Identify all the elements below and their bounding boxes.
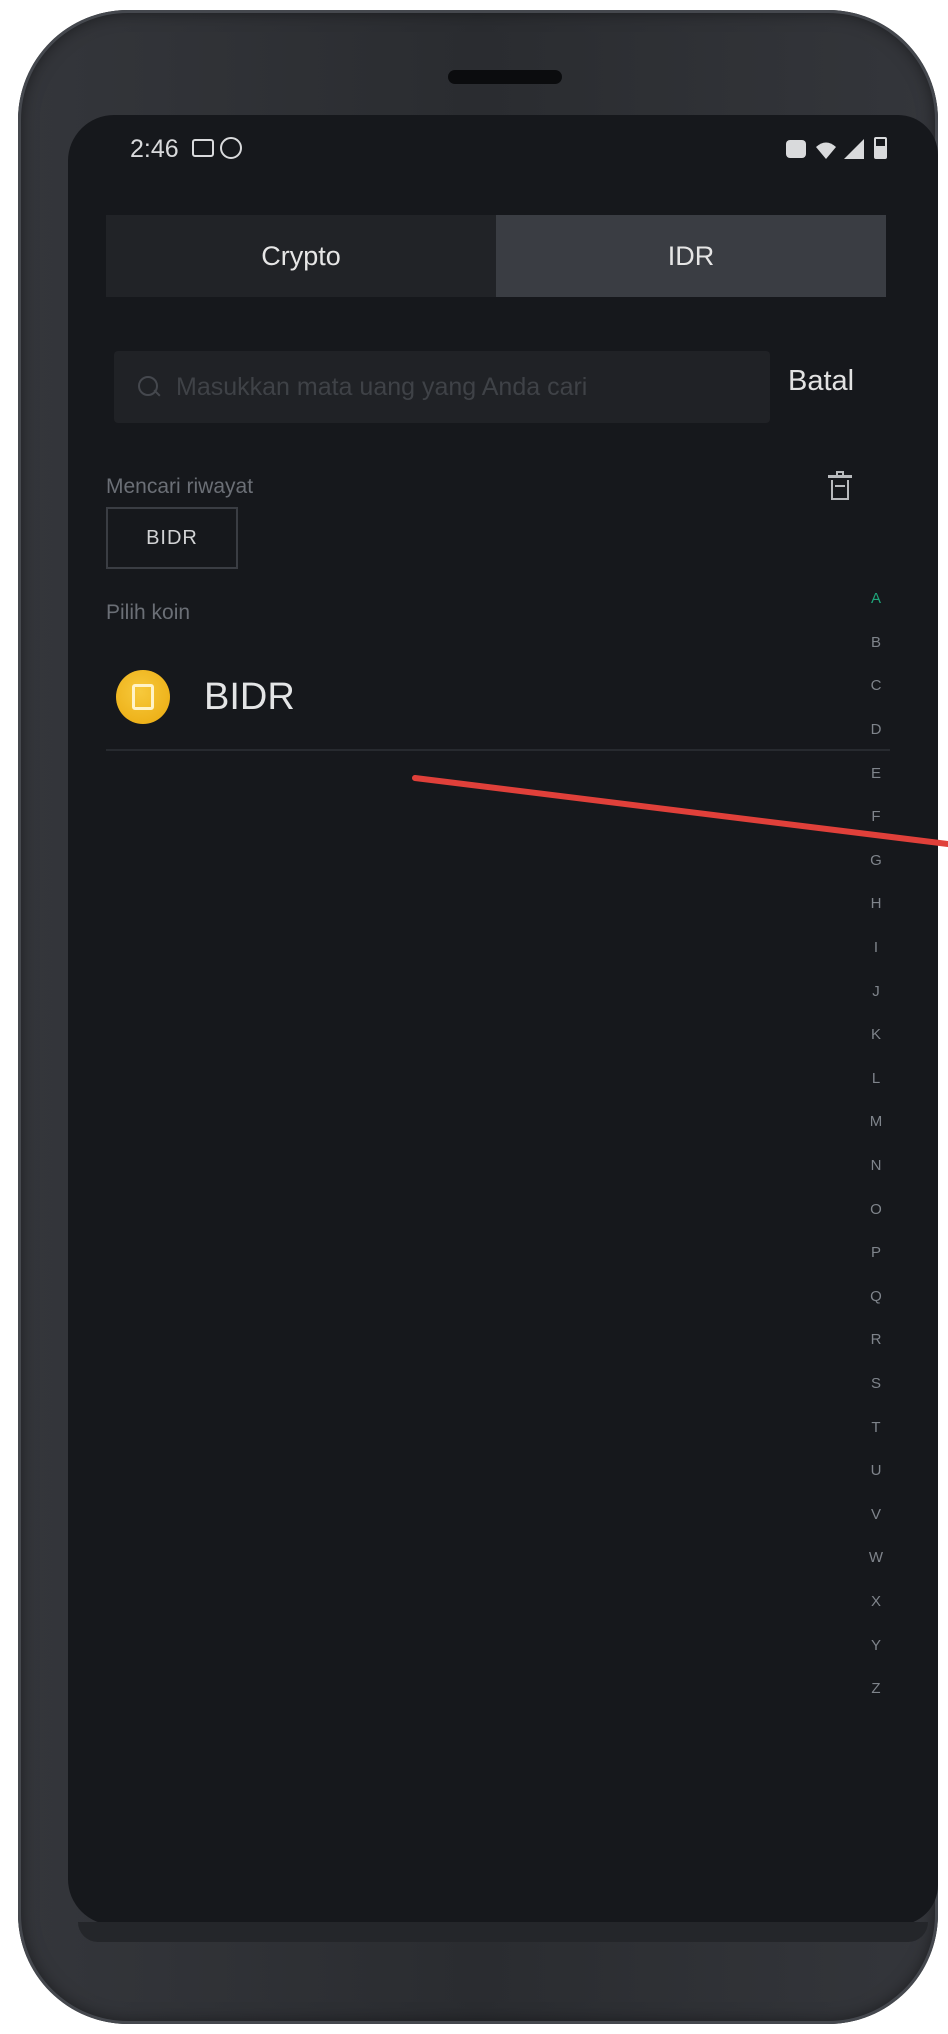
alphabet-index-letter[interactable]: J <box>862 969 890 1013</box>
trash-icon[interactable] <box>828 471 852 501</box>
alphabet-index-letter[interactable]: H <box>862 882 890 926</box>
alphabet-index-letter[interactable]: E <box>862 751 890 795</box>
alphabet-index-letter[interactable]: V <box>862 1492 890 1536</box>
alphabet-index-letter[interactable]: T <box>862 1405 890 1449</box>
alphabet-index-letter[interactable]: L <box>862 1057 890 1101</box>
image-icon <box>192 139 214 157</box>
coin-list-item[interactable]: BIDR <box>106 657 890 737</box>
alphabet-index-letter[interactable]: P <box>862 1231 890 1275</box>
bidr-coin-icon <box>116 670 170 724</box>
alphabet-index-letter[interactable]: C <box>862 664 890 708</box>
phone-chin <box>78 1922 928 1942</box>
list-divider <box>106 749 890 751</box>
tab-crypto[interactable]: Crypto <box>106 215 496 297</box>
alphabet-index-letter[interactable]: A <box>862 577 890 621</box>
whatsapp-icon <box>220 137 242 159</box>
search-history-label: Mencari riwayat <box>106 475 254 498</box>
alphabet-index-letter[interactable]: D <box>862 708 890 752</box>
alphabet-index-letter[interactable]: M <box>862 1100 890 1144</box>
alphabet-index-letter[interactable]: R <box>862 1318 890 1362</box>
wifi-icon <box>816 142 836 159</box>
alphabet-index-letter[interactable]: X <box>862 1580 890 1624</box>
alarm-icon <box>786 140 806 158</box>
alphabet-index-letter[interactable]: Q <box>862 1275 890 1319</box>
phone-frame: 2:46 Crypto IDR Batal Mencari riwayat BI… <box>18 10 938 2024</box>
tab-idr[interactable]: IDR <box>496 215 886 297</box>
alphabet-index-letter[interactable]: O <box>862 1187 890 1231</box>
cancel-button[interactable]: Batal <box>788 365 854 398</box>
alphabet-index-letter[interactable]: B <box>862 621 890 665</box>
alphabet-index-letter[interactable]: K <box>862 1013 890 1057</box>
search-icon <box>138 376 161 398</box>
alphabet-index-letter[interactable]: Z <box>862 1667 890 1711</box>
search-input[interactable] <box>174 371 758 403</box>
alphabet-index-letter[interactable]: U <box>862 1449 890 1493</box>
history-chip[interactable]: BIDR <box>106 507 238 569</box>
signal-icon <box>844 139 864 159</box>
status-bar: 2:46 <box>68 133 938 173</box>
alphabet-index-letter[interactable]: W <box>862 1536 890 1580</box>
alphabet-index-letter[interactable]: S <box>862 1362 890 1406</box>
alphabet-index-letter[interactable]: F <box>862 795 890 839</box>
app-screen: 2:46 Crypto IDR Batal Mencari riwayat BI… <box>68 115 938 1925</box>
alphabet-index-letter[interactable]: I <box>862 926 890 970</box>
alphabet-index: ABCDEFGHIJKLMNOPQRSTUVWXYZ <box>862 577 890 1710</box>
phone-speaker <box>448 70 562 84</box>
alphabet-index-letter[interactable]: N <box>862 1144 890 1188</box>
coin-name: BIDR <box>204 675 295 718</box>
select-coin-label: Pilih koin <box>106 601 191 624</box>
currency-tabs: Crypto IDR <box>106 215 886 297</box>
battery-icon <box>874 137 887 159</box>
alphabet-index-letter[interactable]: G <box>862 839 890 883</box>
search-box <box>114 351 770 423</box>
alphabet-index-letter[interactable]: Y <box>862 1623 890 1667</box>
status-time: 2:46 <box>130 135 179 163</box>
